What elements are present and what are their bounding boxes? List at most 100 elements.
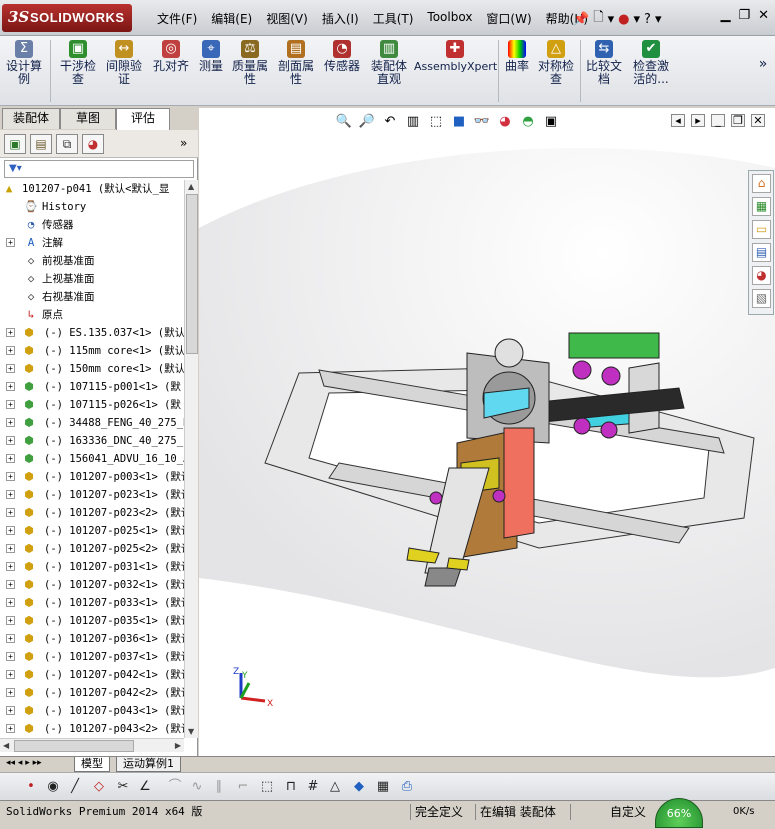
arc-icon[interactable]: ⌒: [166, 778, 184, 796]
design-library-icon[interactable]: ▦: [752, 197, 771, 216]
tree-item[interactable]: + ⬢ (-) 101207-p023<2> (默认: [0, 504, 184, 522]
apply-scene-icon[interactable]: ◓: [519, 113, 537, 131]
tree-item[interactable]: ◔ 传感器: [0, 216, 184, 234]
tree-item[interactable]: + ⬢ (-) 101207-p037<1> (默认: [0, 648, 184, 666]
cmd-check-active[interactable]: ✔ 检查激 活的...: [630, 40, 672, 86]
displaymanager-icon[interactable]: ◕: [82, 134, 104, 154]
zoom-to-area-icon[interactable]: 🔎: [358, 113, 376, 131]
tree-item[interactable]: + ⬢ (-) 101207-p003<1> (默认: [0, 468, 184, 486]
tree-item[interactable]: + ⬢ (-) 34488_FENG_40_275_K: [0, 414, 184, 432]
help-icon[interactable]: ?: [644, 12, 651, 27]
cmd-symmetry-check[interactable]: △ 对称检 查: [536, 40, 576, 86]
expand-toggle-icon[interactable]: +: [6, 634, 15, 643]
camera-icon[interactable]: ⎙: [398, 778, 416, 796]
scroll-up-icon[interactable]: ▲: [188, 182, 194, 191]
polygon-icon[interactable]: ◇: [90, 778, 108, 796]
corner-icon[interactable]: ⌐: [234, 778, 252, 796]
scroll-right-icon[interactable]: ▶: [175, 741, 181, 750]
tree-item[interactable]: + ⬢ (-) 101207-p035<1> (默认: [0, 612, 184, 630]
view-palette-icon[interactable]: ▤: [752, 243, 771, 262]
viewport-next-icon[interactable]: ▸: [691, 114, 705, 127]
edit-appearance-icon[interactable]: ◕: [496, 113, 514, 131]
tab-sketch[interactable]: 草图: [60, 108, 116, 129]
graphics-area[interactable]: Z Y X 🔍 🔎 ↶ ▥ ⬚ ■ 👓 ◕ ◓ ▣ ◂ ▸ _ ❐ ✕: [199, 108, 775, 756]
dropdown-icon[interactable]: ▾: [634, 12, 641, 27]
tree-item[interactable]: + ⬢ (-) 107115-p001<1> (默: [0, 378, 184, 396]
expand-toggle-icon[interactable]: +: [6, 346, 15, 355]
hide-show-icon[interactable]: 👓: [473, 113, 491, 131]
tree-item[interactable]: + ⬢ (-) 101207-p031<1> (默认: [0, 558, 184, 576]
featuremanager-icon[interactable]: ▣: [4, 134, 26, 154]
parallel-icon[interactable]: ∥: [210, 778, 228, 796]
view-orientation-icon[interactable]: ⬚: [427, 113, 445, 131]
more-commands-icon[interactable]: »: [756, 57, 770, 71]
tree-item[interactable]: + ⬢ (-) 101207-p043<2> (默认: [0, 720, 184, 738]
expand-toggle-icon[interactable]: +: [6, 706, 15, 715]
previous-view-icon[interactable]: ↶: [381, 113, 399, 131]
tree-item[interactable]: + ⬢ (-) 101207-p042<2> (默认: [0, 684, 184, 702]
section-icon[interactable]: ▦: [374, 778, 392, 796]
tree-item[interactable]: ◇ 上视基准面: [0, 270, 184, 288]
scroll-left-icon[interactable]: ◀: [3, 741, 9, 750]
expand-toggle-icon[interactable]: +: [6, 436, 15, 445]
tab-evaluate[interactable]: 评估: [116, 108, 170, 130]
solidworks-logo[interactable]: 3S SOLIDWORKS: [2, 4, 132, 32]
tree-item[interactable]: + ⬢ (-) 150mm core<1> (默认: [0, 360, 184, 378]
expand-toggle-icon[interactable]: +: [6, 652, 15, 661]
expand-toggle-icon[interactable]: +: [6, 508, 15, 517]
appearances-icon[interactable]: ◕: [752, 266, 771, 285]
expand-toggle-icon[interactable]: +: [6, 724, 15, 733]
filter-field[interactable]: ▼▾: [4, 160, 194, 178]
propertymanager-icon[interactable]: ▤: [30, 134, 52, 154]
tree-item[interactable]: + ⬢ (-) 101207-p033<1> (默认: [0, 594, 184, 612]
tree-item[interactable]: ◇ 前视基准面: [0, 252, 184, 270]
home-icon[interactable]: ⌂: [752, 174, 771, 193]
tree-item[interactable]: ◇ 右视基准面: [0, 288, 184, 306]
menu-edit[interactable]: 编辑(E): [204, 10, 259, 27]
tree-item[interactable]: + A 注解: [0, 234, 184, 252]
viewport-restore-icon[interactable]: ❐: [731, 114, 745, 127]
tree-item[interactable]: + ⬢ (-) 101207-p042<1> (默认: [0, 666, 184, 684]
cmd-curvature[interactable]: 曲率: [502, 40, 532, 73]
cmd-interference[interactable]: ▣ 干涉检 查: [58, 40, 98, 86]
expand-toggle-icon[interactable]: +: [6, 580, 15, 589]
expand-toggle-icon[interactable]: +: [6, 328, 15, 337]
expand-toggle-icon[interactable]: +: [6, 418, 15, 427]
menu-toolbox[interactable]: Toolbox: [420, 10, 479, 27]
dropdown-icon[interactable]: ▾: [608, 12, 615, 27]
menu-tools[interactable]: 工具(T): [366, 10, 421, 27]
tree-item[interactable]: + ⬢ (-) 163336_DNC_40_275_P: [0, 432, 184, 450]
cmd-sensor[interactable]: ◔ 传感器: [322, 40, 362, 73]
tree-item[interactable]: + ⬢ (-) 101207-p025<1> (默认: [0, 522, 184, 540]
expand-toggle-icon[interactable]: +: [6, 616, 15, 625]
dropdown-icon[interactable]: ▾: [655, 12, 662, 27]
grid-icon[interactable]: #: [304, 778, 322, 796]
scroll-thumb[interactable]: [14, 740, 134, 752]
tree-horizontal-scrollbar[interactable]: ◀ ▶: [0, 738, 184, 752]
cmd-compare-documents[interactable]: ⇆ 比较文 档: [584, 40, 624, 86]
tree-item[interactable]: + ⬢ (-) 101207-p025<2> (默认: [0, 540, 184, 558]
viewport-prev-icon[interactable]: ◂: [671, 114, 685, 127]
tab-motion-study[interactable]: 运动算例1: [116, 757, 181, 772]
tree-item[interactable]: + ⬢ (-) 115mm core<1> (默认: [0, 342, 184, 360]
tree-root[interactable]: ▲ 101207-p041 (默认<默认_显: [0, 180, 184, 198]
expand-toggle-icon[interactable]: +: [6, 670, 15, 679]
cmd-mass-properties[interactable]: ⚖ 质量属 性: [230, 40, 270, 86]
tab-nav-icon[interactable]: ◂◂ ◂ ▸ ▸▸: [6, 758, 42, 768]
cube-icon[interactable]: ◆: [350, 778, 368, 796]
view-settings-icon[interactable]: ▣: [542, 113, 560, 131]
expand-toggle-icon[interactable]: +: [6, 526, 15, 535]
expand-toggle-icon[interactable]: +: [6, 400, 15, 409]
cmd-assembly-visualization[interactable]: ▥ 装配体 直观: [368, 40, 410, 86]
spline-icon[interactable]: ∿: [188, 778, 206, 796]
restore-icon[interactable]: ❐: [738, 8, 750, 23]
menu-window[interactable]: 窗口(W): [479, 10, 538, 27]
tree-item[interactable]: + ⬢ (-) 107115-p026<1> (默: [0, 396, 184, 414]
cmd-design-study[interactable]: Σ 设计算 例: [6, 40, 42, 86]
bounding-box-icon[interactable]: ⬚: [258, 778, 276, 796]
circle-icon[interactable]: ◉: [44, 778, 62, 796]
zoom-to-fit-icon[interactable]: 🔍: [335, 113, 353, 131]
tree-item[interactable]: + ⬢ (-) 156041_ADVU_16_10_A: [0, 450, 184, 468]
menu-insert[interactable]: 插入(I): [315, 10, 366, 27]
line-icon[interactable]: ╱: [66, 778, 84, 796]
